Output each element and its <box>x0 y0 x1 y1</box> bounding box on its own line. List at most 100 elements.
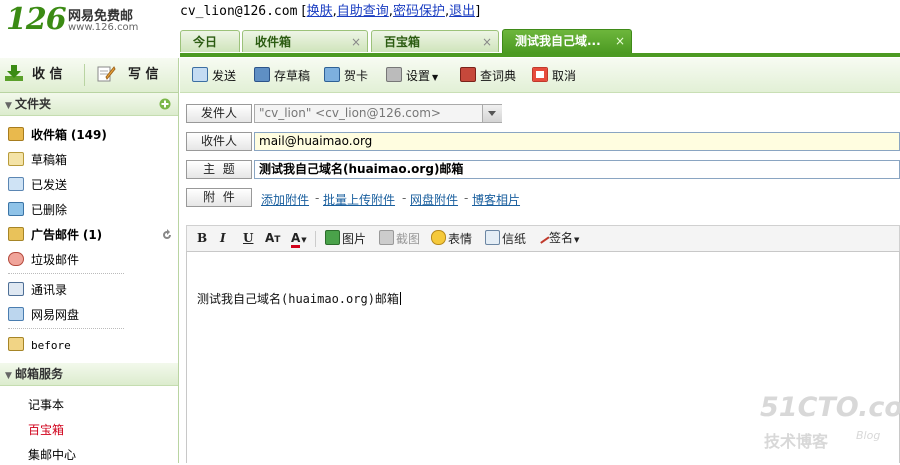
emoticon-button[interactable]: 表情 <box>431 230 472 246</box>
netdisk-icon <box>8 307 24 321</box>
folder-label: 广告邮件 <box>31 228 80 242</box>
folder-drafts[interactable]: 草稿箱 <box>8 150 67 170</box>
user-email: cv_lion@126.com <box>180 4 298 19</box>
screenshot-button[interactable]: 截图 <box>379 230 420 246</box>
logo-126[interactable]: 126 <box>6 2 67 37</box>
refresh-icon[interactable] <box>161 229 173 241</box>
tab-today[interactable]: 今日 <box>180 30 240 52</box>
folder-netdisk[interactable]: 网易网盘 <box>8 305 79 325</box>
subject-input[interactable]: 测试我自己域名(huaimao.org)邮箱 <box>254 160 900 179</box>
separator: - <box>464 191 469 205</box>
chevron-down-icon: ▼ <box>574 236 580 244</box>
card-button[interactable]: 贺卡 <box>324 67 368 83</box>
chevron-down-icon: ▼ <box>301 236 307 244</box>
attachment-label: 附 件 <box>186 188 252 207</box>
italic-button[interactable]: I <box>220 230 226 246</box>
service-stamp-center[interactable]: 集邮中心 <box>28 445 76 465</box>
download-arrow-icon <box>5 65 23 81</box>
write-button[interactable]: 写 信 <box>96 62 172 88</box>
service-notepad[interactable]: 记事本 <box>28 395 64 415</box>
folder-contacts[interactable]: 通讯录 <box>8 280 67 300</box>
separator: - <box>315 191 320 205</box>
wrench-icon <box>386 67 402 82</box>
folder-count: (1) <box>82 228 103 242</box>
blog-photo-link[interactable]: 博客相片 <box>472 191 520 208</box>
self-help-link[interactable]: 自助查询 <box>337 4 389 19</box>
underline-button[interactable]: U <box>243 230 253 246</box>
bold-button[interactable]: B <box>197 230 207 246</box>
signature-button[interactable]: 签名▼ <box>534 228 580 246</box>
inbox-icon <box>8 127 24 141</box>
dictionary-icon <box>460 67 476 82</box>
folder-label: 收件箱 <box>31 128 68 142</box>
send-button[interactable]: 发送 <box>192 67 236 83</box>
screenshot-label: 截图 <box>396 232 421 246</box>
folder-sent[interactable]: 已发送 <box>8 175 67 195</box>
netdisk-attachment-link[interactable]: 网盘附件 <box>410 191 458 208</box>
settings-button[interactable]: 设置 ▼ <box>386 67 438 83</box>
font-color-glyph: A <box>291 231 301 248</box>
card-icon <box>324 67 340 82</box>
stationery-button[interactable]: 信纸 <box>485 230 526 246</box>
folder-label: 已发送 <box>31 178 68 192</box>
trash-icon <box>8 202 24 216</box>
subject-label: 主 题 <box>186 160 252 179</box>
folder-deleted[interactable]: 已删除 <box>8 200 67 220</box>
close-icon[interactable]: × <box>482 31 492 53</box>
compose-pencil-icon <box>97 66 116 82</box>
folders-section-header[interactable]: ▼ 文件夹 <box>0 93 178 116</box>
batch-upload-link[interactable]: 批量上传附件 <box>323 191 395 208</box>
font-size-glyph: A <box>265 231 275 245</box>
dictionary-button[interactable]: 查词典 <box>460 67 516 83</box>
font-color-button[interactable]: A▼ <box>291 230 307 248</box>
tab-underline <box>180 53 900 57</box>
chevron-down-icon: ▼ <box>5 101 12 111</box>
image-label: 图片 <box>342 232 367 246</box>
close-icon[interactable]: × <box>615 30 625 52</box>
tab-label: 今日 <box>193 35 218 49</box>
insert-image-button[interactable]: 图片 <box>325 230 366 246</box>
dictionary-label: 查词典 <box>480 69 517 83</box>
chevron-down-icon[interactable] <box>482 105 502 122</box>
logout-link[interactable]: 退出 <box>449 4 475 19</box>
add-attachment-link[interactable]: 添加附件 <box>261 191 309 208</box>
folder-label: before <box>31 339 71 352</box>
tab-treasure-box[interactable]: 百宝箱 × <box>371 30 499 52</box>
folders-heading: 文件夹 <box>15 97 52 111</box>
bracket-close: ] <box>475 4 481 19</box>
divider <box>84 64 85 86</box>
recipient-input[interactable]: mail@huaimao.org <box>254 132 900 151</box>
save-draft-label: 存草稿 <box>274 69 311 83</box>
font-size-button[interactable]: AT <box>265 230 280 246</box>
pen-icon <box>534 228 550 244</box>
close-icon[interactable]: × <box>351 31 361 53</box>
receive-button[interactable]: 收 信 <box>4 62 80 88</box>
folder-inbox[interactable]: 收件箱 (149) <box>8 125 107 145</box>
password-protect-link[interactable]: 密码保护 <box>393 4 445 19</box>
tab-inbox[interactable]: 收件箱 × <box>242 30 368 52</box>
folder-icon <box>8 227 24 241</box>
folder-ads[interactable]: 广告邮件 (1) <box>8 225 173 245</box>
services-section-header[interactable]: ▼ 邮箱服务 <box>0 363 178 386</box>
tab-compose-active[interactable]: 测试我自己域... × <box>502 29 632 53</box>
cancel-button[interactable]: 取消 <box>532 67 576 83</box>
tab-strip: 今日 收件箱 × 百宝箱 × 测试我自己域... × <box>180 28 900 54</box>
stationery-label: 信纸 <box>502 232 527 246</box>
editor-body-text[interactable]: 测试我自己域名(huaimao.org)邮箱 <box>197 290 401 307</box>
folder-spam[interactable]: 垃圾邮件 <box>8 250 79 270</box>
watermark-logo: 51CTO.com <box>760 392 900 423</box>
write-label: 写 信 <box>128 67 159 82</box>
add-folder-icon[interactable] <box>159 98 171 110</box>
smiley-icon <box>431 230 446 245</box>
attachment-label-text: 附 件 <box>203 190 235 204</box>
divider <box>8 273 124 274</box>
service-treasure-box[interactable]: 百宝箱 <box>28 420 64 440</box>
folder-before[interactable]: before <box>8 336 71 356</box>
skin-link[interactable]: 换肤 <box>307 4 333 19</box>
tab-label: 百宝箱 <box>384 35 421 49</box>
address-book-icon <box>8 282 24 296</box>
save-draft-button[interactable]: 存草稿 <box>254 67 310 83</box>
body-text: 测试我自己域名(huaimao.org)邮箱 <box>197 292 399 306</box>
stationery-icon <box>485 230 500 245</box>
sender-select[interactable]: "cv_lion" <cv_lion@126.com> <box>254 104 502 123</box>
